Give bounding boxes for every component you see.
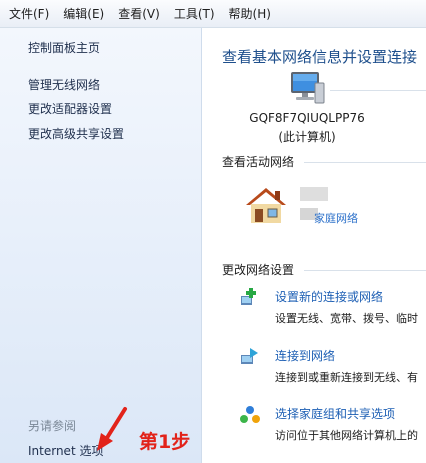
connect-network-icon (241, 348, 258, 364)
main-panel: 查看基本网络信息并设置连接 GQF8F7QIUQLPP76 (此计算机) 查看活… (202, 28, 426, 463)
active-networks-label: 查看活动网络 (222, 155, 295, 169)
sidebar-advanced-sharing[interactable]: 更改高级共享设置 (28, 125, 124, 142)
annotation-arrow-icon (97, 407, 127, 451)
homegroup-link[interactable]: 选择家庭组和共享选项 (275, 405, 395, 422)
menu-view[interactable]: 查看(V) (112, 5, 166, 22)
computer-icon (291, 72, 325, 104)
menu-tools[interactable]: 工具(T) (168, 5, 221, 22)
new-connection-icon (241, 288, 256, 305)
network-type-link[interactable]: 家庭网络 (314, 210, 358, 226)
home-network-icon (246, 188, 286, 223)
setup-connection-link[interactable]: 设置新的连接或网络 (275, 288, 383, 305)
change-settings-divider (304, 270, 426, 271)
step-annotation: 第1步 (139, 431, 191, 453)
menu-bar: 文件(F) 编辑(E) 查看(V) 工具(T) 帮助(H) (0, 0, 426, 28)
sidebar-control-panel-home[interactable]: 控制面板主页 (28, 39, 100, 56)
see-also-heading: 另请参阅 (28, 419, 77, 433)
connect-network-link[interactable]: 连接到网络 (275, 347, 335, 364)
homegroup-desc: 访问位于其他网络计算机上的 (275, 429, 418, 442)
setup-connection-desc: 设置无线、宽带、拨号、临时 (275, 312, 418, 325)
sidebar-manage-wireless[interactable]: 管理无线网络 (28, 76, 100, 93)
network-name-redacted (300, 187, 328, 201)
computer-name: GQF8F7QIUQLPP76 (249, 111, 365, 125)
homegroup-icon (240, 406, 260, 423)
computer-subtitle: (此计算机) (278, 130, 336, 144)
sidebar-adapter-settings[interactable]: 更改适配器设置 (28, 100, 112, 117)
connect-network-desc: 连接到或重新连接到无线、有 (275, 371, 418, 384)
sidebar-internet-options[interactable]: Internet 选项 (28, 442, 103, 459)
network-map-line (330, 90, 426, 91)
page-title: 查看基本网络信息并设置连接 (222, 48, 418, 66)
sidebar: 控制面板主页 管理无线网络 更改适配器设置 更改高级共享设置 另请参阅 Inte… (0, 28, 201, 463)
change-settings-label: 更改网络设置 (222, 263, 295, 277)
menu-help[interactable]: 帮助(H) (223, 5, 277, 22)
menu-file[interactable]: 文件(F) (3, 5, 55, 22)
menu-edit[interactable]: 编辑(E) (57, 5, 110, 22)
active-networks-divider (304, 162, 426, 163)
